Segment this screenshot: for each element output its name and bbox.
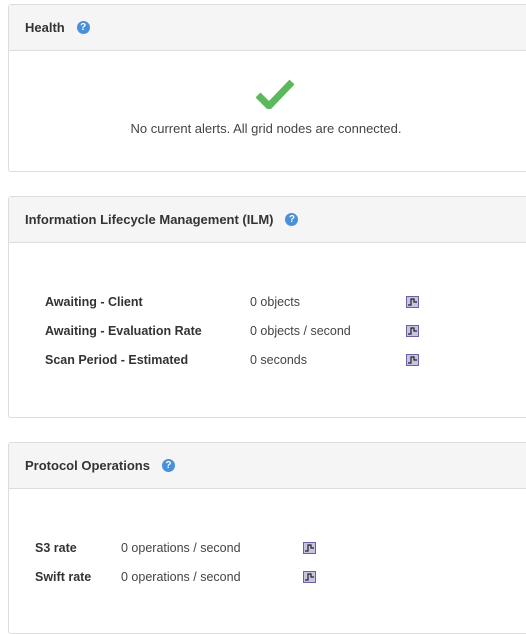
metric-row: S3 rate 0 operations / second — [35, 533, 316, 562]
metric-row: Awaiting - Client 0 objects — [45, 287, 419, 316]
metric-label: Awaiting - Evaluation Rate — [45, 323, 202, 338]
chart-icon[interactable] — [406, 354, 419, 367]
health-panel: Health ? No current alerts. All grid nod… — [8, 4, 526, 172]
chart-icon[interactable] — [303, 571, 316, 584]
health-status-message: No current alerts. All grid nodes are co… — [130, 121, 402, 136]
protocol-title: Protocol Operations — [25, 458, 150, 473]
metric-value: 0 operations / second — [121, 540, 241, 555]
chart-icon[interactable] — [406, 325, 419, 338]
chart-icon[interactable] — [406, 296, 419, 309]
protocol-panel: Protocol Operations ? S3 rate 0 operatio… — [8, 442, 526, 634]
protocol-metrics-table: S3 rate 0 operations / second Swift rate… — [35, 533, 316, 591]
metric-row: Awaiting - Evaluation Rate 0 objects / s… — [45, 316, 419, 345]
metric-value: 0 seconds — [250, 352, 307, 367]
checkmark-icon — [256, 79, 294, 109]
protocol-panel-heading: Protocol Operations ? — [9, 443, 526, 489]
ilm-panel-heading: Information Lifecycle Management (ILM) ? — [9, 197, 526, 243]
metric-value: 0 objects / second — [250, 323, 351, 338]
health-title: Health — [25, 20, 65, 35]
metric-label: S3 rate — [35, 540, 77, 555]
metric-label: Scan Period - Estimated — [45, 352, 189, 367]
metric-value: 0 operations / second — [121, 569, 241, 584]
metric-row: Scan Period - Estimated 0 seconds — [45, 345, 419, 374]
ilm-metrics-table: Awaiting - Client 0 objects Awaiting - E… — [45, 287, 419, 374]
health-panel-heading: Health ? — [9, 5, 526, 51]
metric-value: 0 objects — [250, 294, 301, 309]
chart-icon[interactable] — [303, 542, 316, 555]
ilm-title: Information Lifecycle Management (ILM) — [25, 212, 274, 227]
metric-label: Awaiting - Client — [45, 294, 143, 309]
health-help-icon[interactable]: ? — [76, 21, 90, 34]
metric-row: Swift rate 0 operations / second — [35, 562, 316, 591]
ilm-help-icon[interactable]: ? — [285, 213, 299, 226]
metric-label: Swift rate — [35, 569, 92, 584]
ilm-panel: Information Lifecycle Management (ILM) ?… — [8, 196, 526, 418]
protocol-help-icon[interactable]: ? — [161, 459, 175, 472]
